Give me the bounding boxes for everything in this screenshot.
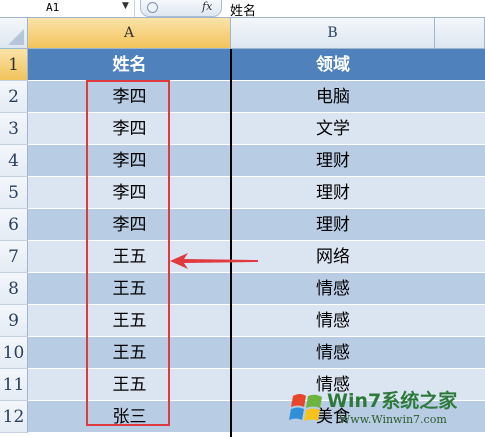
cell-c2[interactable]	[435, 81, 485, 113]
cell-b3[interactable]: 文学	[231, 113, 435, 145]
insert-function-button[interactable]: fx	[202, 0, 212, 13]
row-header-5[interactable]: 5	[0, 177, 28, 209]
expand-icon[interactable]	[147, 2, 158, 13]
chevron-down-icon[interactable]: ▼	[122, 1, 129, 11]
cell-b10[interactable]: 情感	[231, 337, 435, 369]
watermark-url: Www.Winwin7.com	[339, 413, 447, 426]
cell-c1[interactable]	[435, 49, 485, 81]
cell-b1-domain-header[interactable]: 领域	[231, 49, 435, 81]
cell-c4[interactable]	[435, 145, 485, 177]
highlight-box	[86, 80, 170, 426]
column-header-c[interactable]	[435, 18, 485, 49]
windows-logo-icon	[289, 394, 322, 421]
cell-c3[interactable]	[435, 113, 485, 145]
row-header-4[interactable]: 4	[0, 145, 28, 177]
formula-input[interactable]: 姓名	[230, 0, 256, 19]
watermark-logo: Win7系统之家 Www.Winwin7.com	[287, 382, 483, 434]
cell-c5[interactable]	[435, 177, 485, 209]
column-header-a[interactable]: A	[28, 18, 231, 49]
row-header-6[interactable]: 6	[0, 209, 28, 241]
column-header-b[interactable]: B	[231, 18, 435, 49]
row-header-10[interactable]: 10	[0, 337, 28, 369]
name-box[interactable]: A1 ▼	[0, 0, 135, 17]
cell-c6[interactable]	[435, 209, 485, 241]
cell-c7[interactable]	[435, 241, 485, 273]
row-header-3[interactable]: 3	[0, 113, 28, 145]
cell-b6[interactable]: 理财	[231, 209, 435, 241]
row-header-7[interactable]: 7	[0, 241, 28, 273]
cell-a1-name-header[interactable]: 姓名	[28, 49, 231, 81]
arrow-left-icon	[170, 253, 258, 269]
row-header-12[interactable]: 12	[0, 401, 28, 433]
row-header-2[interactable]: 2	[0, 81, 28, 113]
formula-bar: A1 ▼ fx 姓名	[0, 0, 485, 19]
row-header-8[interactable]: 8	[0, 273, 28, 305]
cell-b9[interactable]: 情感	[231, 305, 435, 337]
select-all-button[interactable]	[0, 18, 28, 49]
cell-b8[interactable]: 情感	[231, 273, 435, 305]
row-header-1[interactable]: 1	[0, 49, 28, 81]
cell-b2[interactable]: 电脑	[231, 81, 435, 113]
cell-c8[interactable]	[435, 273, 485, 305]
cell-b4[interactable]: 理财	[231, 145, 435, 177]
formula-controls: fx	[140, 0, 222, 17]
select-all-icon	[8, 29, 24, 45]
cell-b7[interactable]: 网络	[231, 241, 435, 273]
row-header-11[interactable]: 11	[0, 369, 28, 401]
cell-b5[interactable]: 理财	[231, 177, 435, 209]
name-box-value: A1	[46, 1, 60, 14]
cell-c10[interactable]	[435, 337, 485, 369]
column-divider	[230, 49, 232, 437]
row-header-9[interactable]: 9	[0, 305, 28, 337]
watermark-text: Win7系统之家	[327, 390, 458, 412]
cell-c9[interactable]	[435, 305, 485, 337]
